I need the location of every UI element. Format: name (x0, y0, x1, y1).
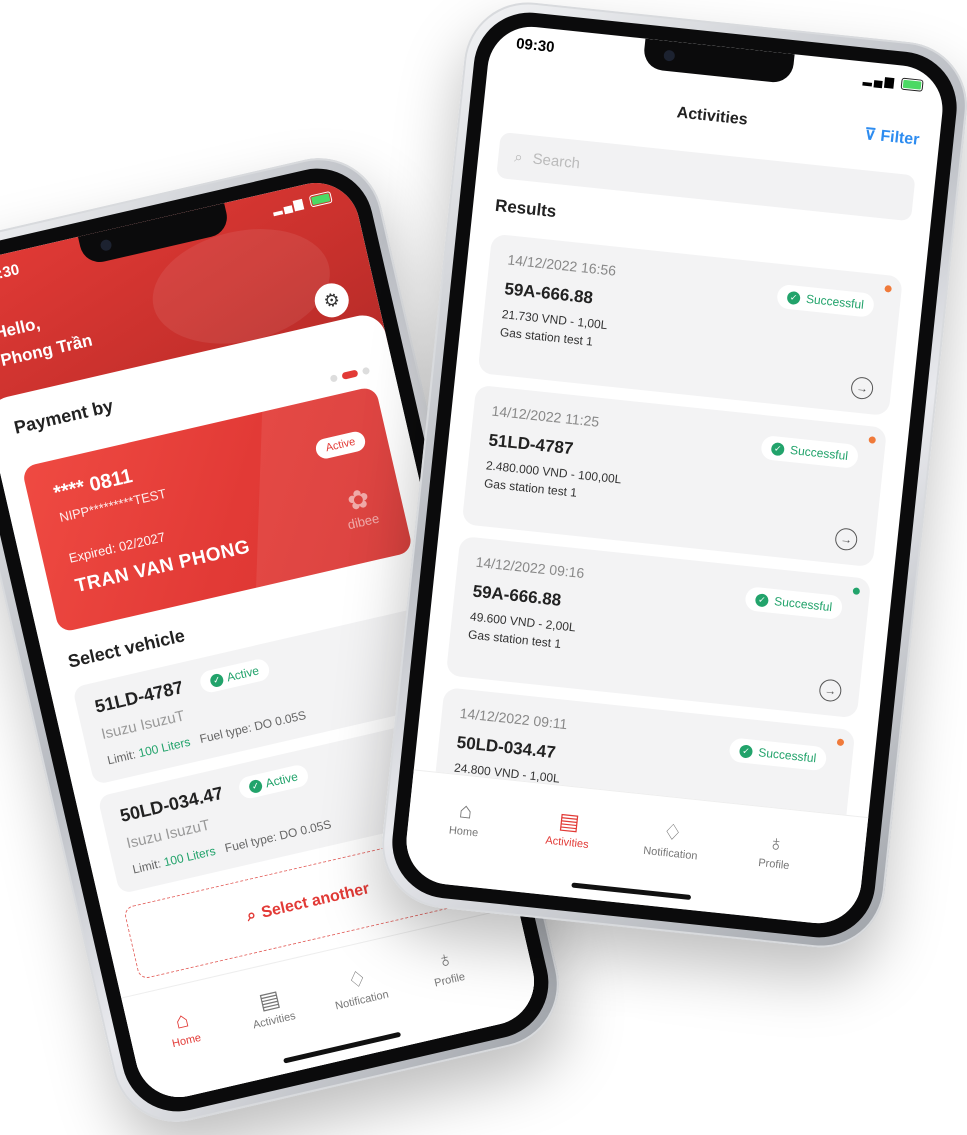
check-icon: ✓ (754, 592, 770, 607)
search-icon: ⌕ (245, 906, 258, 925)
vehicle-plate: 50LD-034.47 (118, 782, 225, 826)
battery-icon (900, 77, 924, 92)
transaction-item[interactable]: 14/12/2022 11:25 51LD-4787 2.480.000 VND… (461, 384, 888, 568)
phone-activities-screen: 09:30 ▂▄▆ Activities ⊽ Filter ⌕ Search Re… (375, 0, 967, 954)
check-icon: ✓ (247, 778, 264, 794)
search-icon: ⌕ (513, 148, 524, 166)
status-badge: ✓ Successful (728, 737, 828, 772)
tab-home[interactable]: ⌂ Home (423, 792, 507, 842)
arrow-right-icon[interactable]: → (818, 678, 843, 703)
txn-plate: 51LD-4787 (487, 430, 575, 459)
status-badge: ✓ Successful (760, 434, 860, 470)
home-icon: ⌂ (457, 797, 474, 824)
payment-title: Payment by (12, 395, 116, 438)
status-dot (884, 284, 892, 293)
arrow-right-icon[interactable]: → (834, 527, 859, 552)
check-icon: ✓ (770, 441, 785, 456)
check-icon: ✓ (208, 672, 225, 688)
txn-datetime: 14/12/2022 16:56 (506, 251, 617, 279)
txn-plate: 59A-666.88 (471, 581, 563, 610)
tab-profile[interactable]: ♁ Profile (403, 936, 490, 995)
txn-datetime: 14/12/2022 09:11 (459, 704, 569, 733)
txn-plate: 50LD-034.47 (455, 732, 557, 763)
status-dot (836, 738, 845, 747)
status-icons: ▂▄▆ (862, 71, 924, 92)
activities-screen: 09:30 ▂▄▆ Activities ⊽ Filter ⌕ Search Re… (402, 22, 947, 928)
status-badge: ✓ Active (236, 763, 310, 801)
tab-activities[interactable]: ▤ Activities (227, 977, 314, 1036)
profile-icon: ♁ (766, 829, 786, 857)
check-icon: ✓ (738, 743, 754, 759)
filter-button[interactable]: ⊽ Filter (863, 124, 920, 150)
select-another-label: Select another (259, 880, 372, 922)
status-dot (868, 436, 877, 444)
check-icon: ✓ (786, 290, 801, 305)
tab-notification[interactable]: ♢ Notification (315, 956, 402, 1015)
signal-icon: ▂▄▆ (862, 71, 897, 89)
transaction-item[interactable]: 14/12/2022 09:16 59A-666.88 49.600 VND -… (445, 535, 872, 719)
txn-datetime: 14/12/2022 11:25 (490, 402, 600, 430)
notch (641, 38, 795, 85)
txn-plate: 59A-666.88 (503, 279, 594, 308)
status-badge: ✓ Active (198, 657, 271, 695)
tab-notification[interactable]: ♢ Notification (630, 814, 714, 864)
filter-icon: ⊽ (863, 126, 877, 145)
results-title: Results (494, 195, 558, 222)
status-dot (852, 587, 861, 595)
status-badge: ✓ Successful (744, 586, 844, 621)
document-icon: ▤ (557, 807, 581, 835)
phone-bezel: 09:30 ▂▄▆ Activities ⊽ Filter ⌕ Search Re… (386, 7, 963, 943)
transaction-item[interactable]: 14/12/2022 16:56 59A-666.88 21.730 VND -… (477, 233, 903, 417)
card-pager[interactable] (329, 366, 371, 383)
gear-icon: ⚙ (321, 288, 342, 312)
status-badge: ✓ Successful (776, 283, 876, 318)
tab-activities[interactable]: ▤ Activities (527, 803, 611, 853)
home-indicator (282, 1031, 401, 1064)
arrow-right-icon[interactable]: → (850, 376, 875, 401)
txn-datetime: 14/12/2022 09:16 (475, 553, 586, 582)
tab-home[interactable]: ⌂ Home (140, 997, 227, 1056)
status-time: 09:30 (515, 35, 556, 57)
home-indicator (570, 882, 691, 900)
tab-profile[interactable]: ♁ Profile (733, 825, 817, 875)
search-input[interactable]: ⌕ Search (496, 131, 916, 222)
